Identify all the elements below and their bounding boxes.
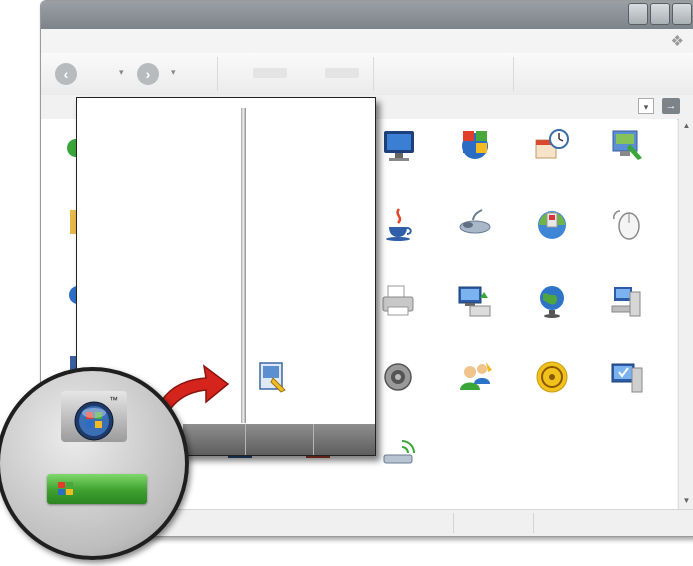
game-controller-icon[interactable] [456, 206, 494, 244]
display-monitor-icon[interactable] [380, 127, 418, 165]
wireless-network-icon[interactable] [380, 435, 418, 473]
java-icon[interactable] [380, 205, 418, 243]
status-separator [533, 513, 534, 533]
mouse-icon[interactable] [608, 205, 646, 243]
toolbar-separator [217, 57, 218, 91]
internet-options-icon[interactable] [533, 282, 571, 320]
toolbar-button[interactable] [325, 68, 359, 78]
bottom-bar-separator [313, 424, 314, 455]
minimize-button[interactable] [628, 3, 648, 25]
go-arrow-icon[interactable]: → [662, 98, 680, 114]
windows-logo-icon[interactable] [456, 125, 494, 163]
toolbar-separator [373, 57, 374, 91]
security-center-icon[interactable] [533, 205, 571, 243]
system-icon[interactable] [608, 358, 646, 396]
address-dropdown-icon[interactable]: ▾ [638, 98, 654, 114]
network-connections-icon[interactable] [456, 282, 494, 320]
menu-bar: ❖ [41, 29, 693, 54]
speaker-icon[interactable] [380, 358, 418, 396]
maximize-button[interactable] [650, 3, 670, 25]
start-menu-divider [241, 108, 246, 423]
title-bar [41, 1, 693, 29]
computer-tower-icon[interactable] [608, 282, 646, 320]
back-dropdown-icon[interactable]: ▾ [119, 67, 124, 78]
windows-xp-logo-icon [58, 482, 73, 495]
scroll-up-icon[interactable]: ▲ [679, 121, 693, 130]
status-separator [453, 513, 454, 533]
toolbar: ‹ ▾ › ▾ [41, 53, 693, 96]
close-button[interactable] [672, 3, 692, 25]
start-menu-bottom-bar [183, 424, 375, 455]
user-accounts-icon[interactable] [456, 358, 494, 396]
bottom-bar-separator [245, 424, 246, 455]
windows-flag-icon: ❖ [670, 33, 684, 50]
toolbar-separator [513, 57, 514, 91]
control-panel-icon[interactable] [257, 360, 291, 394]
scroll-down-icon[interactable]: ▼ [679, 496, 693, 505]
printer-icon[interactable] [380, 282, 418, 320]
xp-start-button[interactable] [47, 474, 147, 504]
date-time-icon[interactable] [533, 126, 571, 164]
vertical-scrollbar[interactable]: ▲ ▼ [678, 119, 693, 509]
back-arrow-icon[interactable]: ‹ [55, 63, 77, 85]
wireless-icon[interactable] [533, 358, 571, 396]
trademark-badge: ™ [109, 395, 118, 405]
forward-dropdown-icon[interactable]: ▾ [171, 67, 176, 78]
toolbar-button[interactable] [253, 68, 287, 78]
desktop-customize-icon[interactable] [608, 126, 646, 164]
forward-arrow-icon[interactable]: › [137, 63, 159, 85]
vista-start-orb-button[interactable]: ™ [61, 391, 127, 442]
